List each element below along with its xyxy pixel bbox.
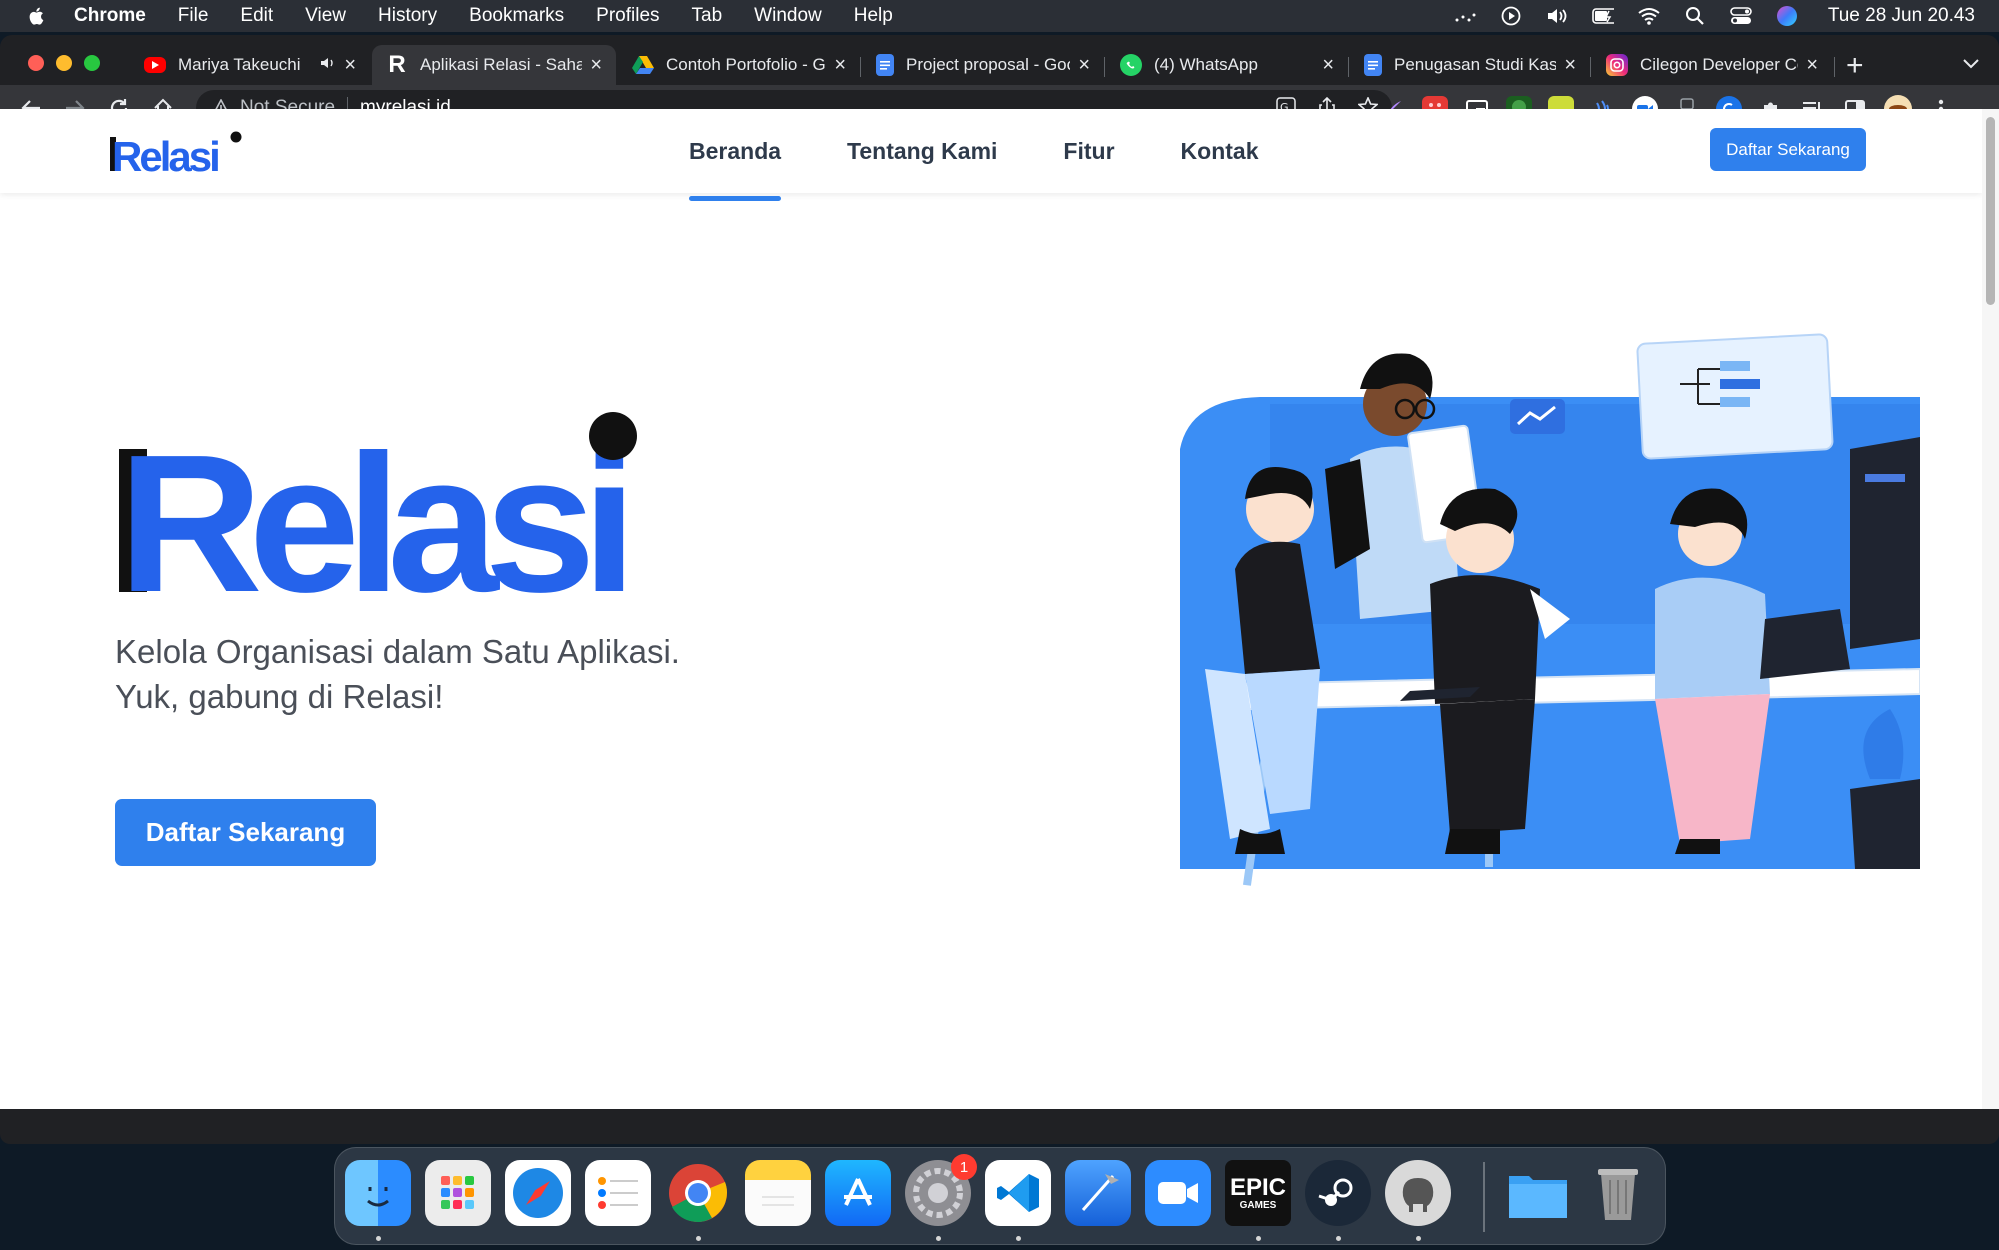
close-tab-icon[interactable]: × [834, 54, 846, 77]
site-navbar: Relasi Beranda Tentang Kami Fitur Kontak… [0, 109, 1982, 201]
tab-title: Mariya Takeuchi [178, 55, 301, 74]
downloads-folder-icon[interactable] [1505, 1160, 1571, 1226]
close-tab-icon[interactable]: × [590, 54, 602, 77]
whatsapp-icon [1120, 54, 1142, 76]
zoom-icon[interactable] [1145, 1160, 1211, 1226]
nav-kontak[interactable]: Kontak [1181, 138, 1259, 165]
play-status-icon[interactable] [1500, 5, 1522, 27]
macos-dock: 1 EPIC GAMES [334, 1147, 1666, 1245]
google-drive-icon [632, 54, 654, 76]
tab-instagram[interactable]: Cilegon Developer Community × [1592, 45, 1832, 85]
google-docs-icon [876, 54, 894, 76]
macos-menubar: Chrome File Edit View History Bookmarks … [0, 0, 1999, 32]
tagline-line-2: Yuk, gabung di Relasi! [115, 678, 444, 715]
close-tab-icon[interactable]: × [1564, 54, 1576, 77]
team-meeting-illustration [1180, 333, 1920, 886]
zoom-window-button[interactable] [84, 55, 100, 71]
tab-search-chevron-icon[interactable] [1963, 53, 1979, 74]
logo-text: Relasi [112, 133, 218, 173]
battery-icon[interactable] [1592, 5, 1614, 27]
apple-icon[interactable] [26, 4, 48, 28]
menu-bookmarks[interactable]: Bookmarks [469, 5, 564, 27]
sequel-pro-icon[interactable] [1385, 1160, 1451, 1226]
close-window-button[interactable] [28, 55, 44, 71]
dock-divider [1483, 1162, 1485, 1232]
relasi-logo-small[interactable]: Relasi [110, 131, 250, 173]
tab-whatsapp[interactable]: (4) WhatsApp × [1106, 45, 1348, 85]
tab-penugasan[interactable]: Penugasan Studi Kasus × [1350, 45, 1590, 85]
tab-title: Penugasan Studi Kasus [1394, 55, 1557, 74]
nav-signup-button[interactable]: Daftar Sekarang [1710, 128, 1866, 171]
relasi-hero-logo: Relasi [118, 412, 638, 599]
hero-logo-text: Relasi [118, 414, 624, 599]
wifi-icon[interactable] [1638, 5, 1660, 27]
notes-icon[interactable] [745, 1160, 811, 1226]
epic-games-icon[interactable]: EPIC GAMES [1225, 1160, 1291, 1226]
menu-view[interactable]: View [305, 5, 346, 27]
menu-file[interactable]: File [178, 5, 209, 27]
tab-title: Contoh Portofolio - Google Drive [666, 55, 826, 74]
youtube-icon [144, 57, 166, 73]
close-tab-icon[interactable]: × [1806, 54, 1818, 77]
nav-links: Beranda Tentang Kami Fitur Kontak [689, 109, 1324, 201]
trash-icon[interactable] [1585, 1160, 1651, 1226]
status-area: Tue 28 Jun 20.43 [1454, 0, 1975, 32]
google-docs-icon [1364, 54, 1382, 76]
dots-status-icon[interactable] [1454, 5, 1476, 27]
menu-tab[interactable]: Tab [692, 5, 723, 27]
app-store-icon[interactable] [825, 1160, 891, 1226]
close-tab-icon[interactable]: × [1078, 54, 1090, 77]
control-center-icon[interactable] [1730, 5, 1752, 27]
window-controls [28, 55, 100, 71]
epic-label: EPIC [1229, 1173, 1286, 1201]
speaker-icon[interactable] [320, 55, 336, 75]
safari-icon[interactable] [505, 1160, 571, 1226]
chrome-dock-icon[interactable] [665, 1160, 731, 1226]
tab-title: (4) WhatsApp [1154, 55, 1258, 74]
menu-window[interactable]: Window [754, 5, 822, 27]
relasi-icon: R [388, 51, 406, 78]
close-tab-icon[interactable]: × [344, 54, 356, 77]
hero-tagline: Kelola Organisasi dalam Satu Aplikasi. Y… [115, 629, 680, 719]
tab-title: Cilegon Developer Community [1640, 55, 1798, 74]
tagline-line-1: Kelola Organisasi dalam Satu Aplikasi. [115, 633, 680, 670]
scrollbar-thumb[interactable] [1986, 117, 1995, 305]
new-tab-button[interactable]: + [1846, 49, 1864, 83]
siri-icon[interactable] [1776, 5, 1798, 27]
volume-icon[interactable] [1546, 5, 1568, 27]
xcode-icon[interactable] [1065, 1160, 1131, 1226]
page-viewport: Relasi Beranda Tentang Kami Fitur Kontak… [0, 109, 1982, 1109]
finder-icon[interactable] [345, 1160, 411, 1226]
nav-tentang-kami[interactable]: Tentang Kami [847, 138, 997, 165]
menu-profiles[interactable]: Profiles [596, 5, 659, 27]
reminders-icon[interactable] [585, 1160, 651, 1226]
launchpad-icon[interactable] [425, 1160, 491, 1226]
notification-badge: 1 [951, 1154, 977, 1180]
tab-youtube[interactable]: Mariya Takeuchi × [130, 45, 370, 85]
menu-history[interactable]: History [378, 5, 437, 27]
system-preferences-icon[interactable]: 1 [905, 1154, 977, 1226]
vscode-icon[interactable] [985, 1160, 1051, 1226]
clock[interactable]: Tue 28 Jun 20.43 [1828, 5, 1975, 27]
tab-strip: Mariya Takeuchi × R Aplikasi Relasi - Sa… [0, 35, 1999, 85]
tab-title: Aplikasi Relasi - Sahabat [420, 55, 583, 74]
search-icon[interactable] [1684, 5, 1706, 27]
page-scrollbar[interactable] [1982, 109, 1999, 1109]
menu-edit[interactable]: Edit [240, 5, 273, 27]
tab-google-drive[interactable]: Contoh Portofolio - Google Drive × [618, 45, 860, 85]
steam-icon[interactable] [1305, 1160, 1371, 1226]
close-tab-icon[interactable]: × [1322, 54, 1334, 77]
minimize-window-button[interactable] [56, 55, 72, 71]
nav-fitur[interactable]: Fitur [1063, 138, 1114, 165]
menu-help[interactable]: Help [854, 5, 893, 27]
hero-signup-button[interactable]: Daftar Sekarang [115, 799, 376, 866]
menu-app-name[interactable]: Chrome [74, 5, 146, 27]
nav-beranda[interactable]: Beranda [689, 138, 782, 201]
tab-project-proposal[interactable]: Project proposal - Google Docs × [862, 45, 1104, 85]
games-label: GAMES [1239, 1199, 1277, 1211]
instagram-icon [1606, 54, 1628, 76]
tab-relasi[interactable]: R Aplikasi Relasi - Sahabat × [372, 45, 616, 85]
tab-title: Project proposal - Google Docs [906, 55, 1070, 74]
